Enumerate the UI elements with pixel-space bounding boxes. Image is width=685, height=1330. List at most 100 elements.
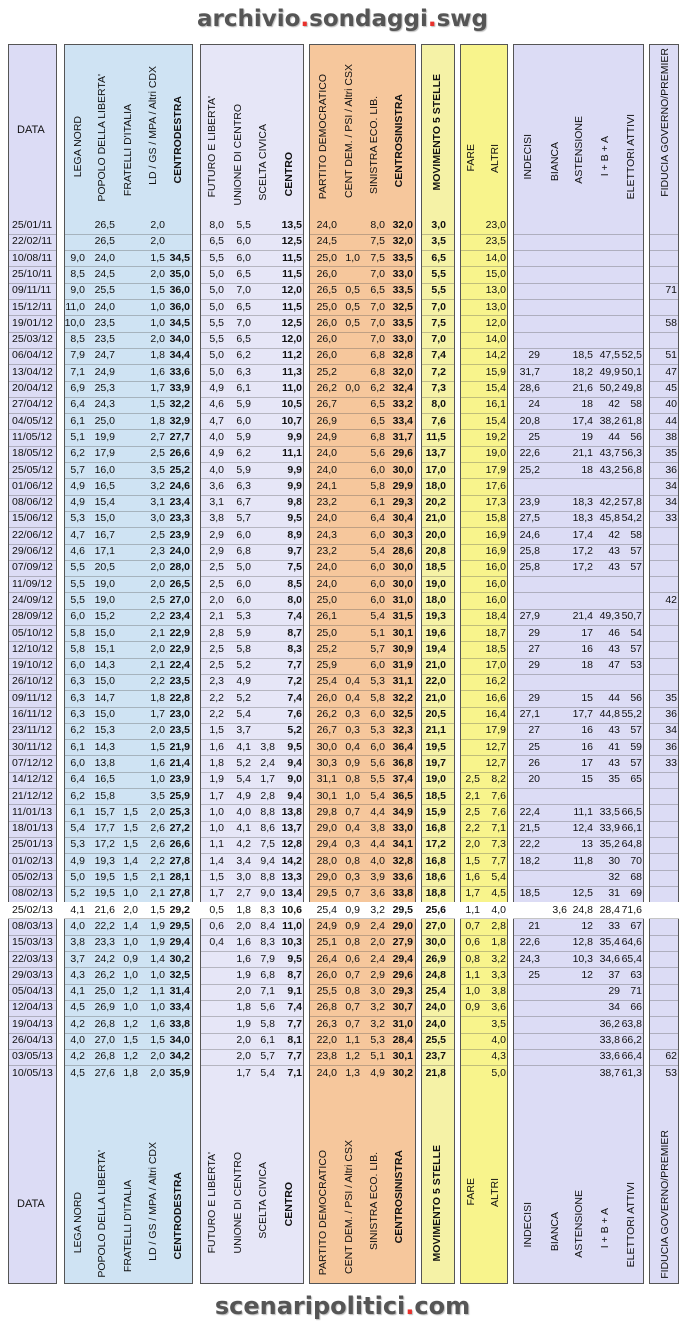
cell-cdem: 0,6 <box>345 952 360 965</box>
table-row: 16/11/12 6,3 15,0 1,7 23,0 2,2 5,4 7,6 26,2 0,3 6,… <box>0 707 685 723</box>
table-row: 22/06/12 4,7 16,7 2,5 23,9 2,9 6,0 8,9 24,3 6,0 30… <box>0 528 685 544</box>
cell-ast: 18,3 <box>572 512 593 525</box>
table-row: 19/10/12 6,0 14,3 2,1 22,4 2,5 5,2 7,7 25,9 6,0 31… <box>0 658 685 674</box>
cell-ast: 12,4 <box>572 822 593 835</box>
cell-sel: 3,2 <box>370 1017 385 1030</box>
cell-sel: 6,2 <box>370 382 385 394</box>
cell-pd: 26,8 <box>316 1001 337 1014</box>
table-row: 10/05/13 4,5 27,6 1,8 2,0 35,9 1,7 5,4 7,1 24,0 1,… <box>0 1066 685 1082</box>
cell-csx: 31,9 <box>392 659 413 672</box>
cell-ld: 1,5 <box>150 398 165 411</box>
cell-pd: 31,1 <box>316 773 337 786</box>
cell-cen: 8,9 <box>287 528 302 541</box>
cell-udc: 5,9 <box>236 626 251 639</box>
cell-cen: 10,7 <box>281 414 302 427</box>
table-row: 26/04/13 4,0 27,0 1,5 1,5 34,0 2,0 6,1 8,1 22,0 1,… <box>0 1033 685 1049</box>
cell-lega: 6,2 <box>70 447 85 460</box>
cell-fli: 1,4 <box>209 854 224 867</box>
cell-cdem: 0,4 <box>345 822 360 835</box>
cell-iba: 33,6 <box>599 1050 620 1063</box>
cell-pd: 26,7 <box>316 398 337 411</box>
cell-lega: 6,3 <box>70 675 85 688</box>
table-row: 10/08/11 9,0 24,0 1,5 34,5 5,5 6,0 11,5 25,0 1,0 7… <box>0 251 685 267</box>
header-indecisi: INDECISI <box>522 134 534 180</box>
cell-fid: 53 <box>665 1066 677 1079</box>
cell-altri: 14,0 <box>485 333 506 346</box>
cell-ld: 2,3 <box>150 545 165 557</box>
header-fiducia: FIDUCIA GOVERNO/PREMIER <box>659 48 671 197</box>
table-row: 22/03/13 3,7 24,2 0,9 1,4 30,2 1,6 7,9 9,5 26,4 0,… <box>0 952 685 968</box>
cell-date: 04/05/12 <box>12 414 53 427</box>
cell-csx: 31,1 <box>392 675 413 688</box>
header-altri: ALTRI <box>489 144 501 173</box>
cell-fare: 1,0 <box>465 985 480 998</box>
cell-sc: 5,8 <box>260 1017 275 1030</box>
cell-sc: 8,8 <box>260 871 275 883</box>
cell-ast: 21,4 <box>572 610 593 623</box>
cell-lega: 9,0 <box>70 284 85 297</box>
cell-lega: 5,0 <box>70 871 85 883</box>
cell-sc: 5,4 <box>260 1066 275 1079</box>
cell-pd: 23,2 <box>316 545 337 557</box>
cell-cdem: 0,5 <box>345 316 360 329</box>
cell-sel: 6,5 <box>370 284 385 297</box>
cell-att: 65,4 <box>621 952 642 965</box>
cell-sel: 5,3 <box>370 1034 385 1046</box>
cell-sc: 8,6 <box>260 822 275 835</box>
cell-cdx: 33,4 <box>169 1001 190 1014</box>
cell-pdl: 26,5 <box>94 235 115 248</box>
cell-lega: 8,5 <box>70 333 85 346</box>
cell-cen: 7,7 <box>287 1050 302 1063</box>
cell-fdi: 1,4 <box>123 854 138 867</box>
cell-fli: 1,9 <box>209 773 224 786</box>
table-row: 22/02/11 26,5 2,0 6,5 6,0 12,5 24,5 7,5 32,0 3,5 2… <box>0 234 685 250</box>
cell-m5s: 20,2 <box>425 496 446 509</box>
cell-date: 11/05/12 <box>12 430 53 443</box>
cell-cen: 11,5 <box>282 267 302 280</box>
cell-cdem: 1,0 <box>345 789 360 802</box>
cell-fli: 1,6 <box>209 740 224 753</box>
cell-altri: 15,4 <box>485 414 506 427</box>
cell-udc: 4,0 <box>236 805 251 818</box>
cell-pdl: 24,0 <box>94 300 115 313</box>
cell-csx: 29,6 <box>392 447 413 460</box>
cell-att: 68 <box>630 871 642 883</box>
cell-csx: 32,0 <box>392 219 413 231</box>
header-m5s: MOVIMENTO 5 STELLE <box>431 74 443 191</box>
cell-fid: 62 <box>665 1050 677 1063</box>
cell-altri: 15,0 <box>485 267 506 280</box>
cell-att: 67 <box>630 919 642 932</box>
table-row: 24/09/12 5,5 19,0 2,5 27,0 2,0 6,0 8,0 25,0 6,0 31… <box>0 593 685 609</box>
cell-ind: 18,2 <box>519 854 540 867</box>
cell-m5s: 18,8 <box>425 887 446 900</box>
cell-altri: 18,5 <box>485 642 506 655</box>
cell-att: 50,1 <box>621 365 642 378</box>
cell-cdem: 0,8 <box>345 985 360 998</box>
cell-m5s: 5,5 <box>431 284 446 297</box>
cell-date: 05/04/13 <box>12 985 53 998</box>
table-row: 13/04/12 7,1 24,9 1,6 33,6 5,0 6,3 11,3 25,2 6,8 3… <box>0 365 685 381</box>
cell-m5s: 20,5 <box>425 708 446 720</box>
cell-cen: 9,5 <box>287 512 302 525</box>
cell-csx: 32,3 <box>392 724 413 737</box>
cell-iba: 35,4 <box>599 936 620 949</box>
cell-sc: 8,3 <box>260 903 275 916</box>
cell-cdx: 22,8 <box>169 691 190 704</box>
cell-cdem: 0,5 <box>345 300 360 313</box>
header-m5s-bottom: MOVIMENTO 5 STELLE <box>431 1145 443 1262</box>
cell-m5s: 21,0 <box>425 659 446 672</box>
cell-date: 19/01/12 <box>12 316 53 329</box>
cell-date: 22/06/12 <box>12 528 53 541</box>
cell-csx: 32,2 <box>392 691 413 704</box>
cell-udc: 6,0 <box>236 235 251 248</box>
cell-udc: 7,0 <box>236 284 251 297</box>
cell-pd: 26,9 <box>316 414 337 427</box>
cell-lega: 4,7 <box>70 528 85 541</box>
cell-pd: 24,0 <box>316 577 337 590</box>
cell-fli: 2,2 <box>209 691 224 704</box>
cell-sc: 5,7 <box>260 1050 275 1063</box>
cell-cdx: 24,0 <box>169 545 190 557</box>
cell-lega: 5,8 <box>70 642 85 655</box>
cell-fli: 0,4 <box>209 936 224 949</box>
cell-altri: 8,2 <box>491 773 506 786</box>
